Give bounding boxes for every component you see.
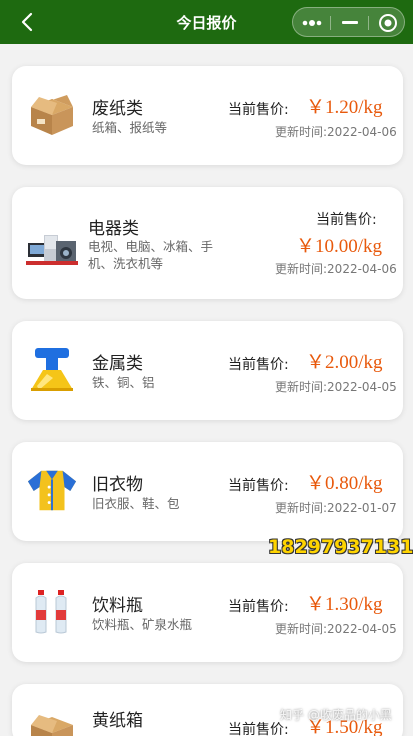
metal-icon bbox=[26, 343, 78, 395]
price-value: ￥0.80/kg bbox=[306, 473, 383, 494]
price-label: 当前售价: bbox=[228, 478, 289, 494]
category-name: 黄纸箱 bbox=[92, 711, 143, 731]
price-card-drink-bottles[interactable]: 饮料瓶 饮料瓶、矿泉水瓶 当前售价: ￥1.30/kg 更新时间:2022-04… bbox=[12, 563, 403, 662]
update-time: 更新时间:2022-01-07 bbox=[275, 501, 397, 515]
category-name: 饮料瓶 bbox=[92, 596, 143, 616]
more-dots-icon bbox=[302, 20, 321, 26]
category-description: 铁、铜、铝 bbox=[92, 375, 155, 390]
price-card-metal[interactable]: 金属类 铁、铜、铝 当前售价: ￥2.00/kg 更新时间:2022-04-05 bbox=[12, 321, 403, 420]
category-name: 金属类 bbox=[92, 354, 143, 374]
price-label: 当前售价: bbox=[316, 212, 377, 228]
cardboard-box-icon bbox=[26, 706, 78, 736]
phone-watermark: 18297937131 bbox=[268, 536, 413, 558]
category-name: 旧衣物 bbox=[92, 475, 143, 495]
price-label: 当前售价: bbox=[228, 102, 289, 118]
price-value: ￥10.00/kg bbox=[296, 236, 383, 257]
price-card-waste-paper[interactable]: 废纸类 纸箱、报纸等 当前售价: ￥1.20/kg 更新时间:2022-04-0… bbox=[12, 66, 403, 165]
price-card-old-clothes[interactable]: 旧衣物 旧衣服、鞋、包 当前售价: ￥0.80/kg 更新时间:2022-01-… bbox=[12, 442, 403, 541]
category-name: 电器类 bbox=[88, 219, 139, 239]
update-time: 更新时间:2022-04-06 bbox=[275, 125, 397, 139]
mini-program-capsule bbox=[292, 7, 405, 37]
top-navigation-bar: 今日报价 bbox=[0, 0, 413, 44]
target-close-icon bbox=[378, 14, 397, 32]
category-description: 纸箱、报纸等 bbox=[92, 120, 168, 135]
update-time: 更新时间:2022-04-05 bbox=[275, 380, 397, 394]
price-value: ￥1.20/kg bbox=[306, 97, 383, 118]
category-description: 电视、电脑、冰箱、手机、洗衣机等 bbox=[88, 239, 214, 271]
shirt-icon bbox=[26, 464, 78, 516]
zhihu-watermark: 知乎 @收废品的小黑 bbox=[280, 708, 392, 722]
category-name: 废纸类 bbox=[92, 99, 143, 119]
more-button[interactable] bbox=[293, 8, 330, 38]
close-button[interactable] bbox=[369, 8, 406, 38]
update-time: 更新时间:2022-04-05 bbox=[275, 622, 397, 636]
price-label: 当前售价: bbox=[228, 599, 289, 615]
category-description: 旧衣服、鞋、包 bbox=[92, 496, 180, 511]
appliances-icon bbox=[26, 225, 78, 277]
price-label: 当前售价: bbox=[228, 357, 289, 373]
update-time: 更新时间:2022-04-06 bbox=[275, 262, 397, 276]
minimize-button[interactable] bbox=[331, 8, 368, 38]
bottles-icon bbox=[26, 585, 78, 637]
minus-icon bbox=[341, 21, 358, 24]
price-card-appliances[interactable]: 电器类 电视、电脑、冰箱、手机、洗衣机等 当前售价: ￥10.00/kg 更新时… bbox=[12, 187, 403, 299]
price-value: ￥2.00/kg bbox=[306, 352, 383, 373]
category-description: 饮料瓶、矿泉水瓶 bbox=[92, 617, 193, 632]
cardboard-box-icon bbox=[26, 88, 78, 140]
price-value: ￥1.30/kg bbox=[306, 594, 383, 615]
